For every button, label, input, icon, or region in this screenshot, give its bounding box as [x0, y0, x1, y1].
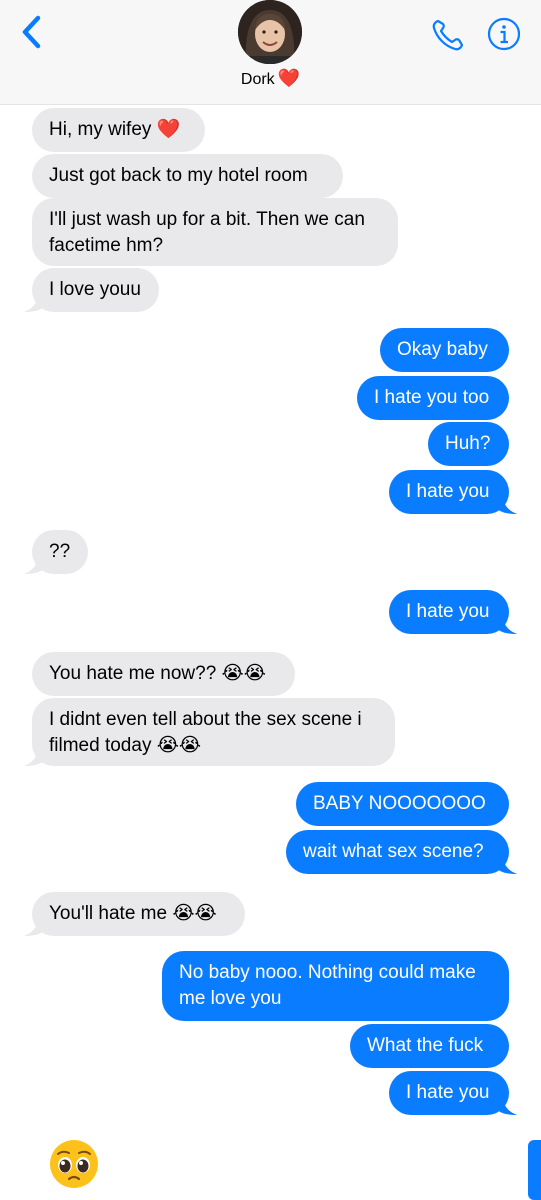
phone-icon[interactable] [430, 18, 466, 52]
bubble-tail [497, 1095, 517, 1115]
conversation-header: Dork ❤️ [0, 0, 541, 105]
bubble-tail [24, 292, 44, 312]
avatar[interactable] [238, 0, 302, 64]
chevron-left-icon[interactable] [18, 14, 48, 50]
incoming-message[interactable]: You'll hate me 😭😭 [32, 892, 245, 936]
contact-name[interactable]: Dork ❤️ [0, 68, 541, 89]
bubble-tail [497, 614, 517, 634]
pleading-face-emoji[interactable] [48, 1138, 100, 1190]
outgoing-message[interactable]: Okay baby [380, 328, 509, 372]
bubble-tail [24, 554, 44, 574]
outgoing-message[interactable]: What the fuck [350, 1024, 509, 1068]
outgoing-message[interactable]: wait what sex scene? [286, 830, 509, 874]
bubble-tail [24, 746, 44, 766]
contact-name-text: Dork [240, 71, 275, 88]
outgoing-message[interactable]: I hate you too [357, 376, 509, 420]
outgoing-message[interactable]: I hate you [389, 590, 509, 634]
incoming-message[interactable]: Hi, my wifey ❤️ [32, 108, 205, 152]
outgoing-message[interactable]: Huh? [428, 422, 509, 466]
bubble-tail [497, 854, 517, 874]
bubble-tail [497, 494, 517, 514]
outgoing-message[interactable]: I hate you [389, 470, 509, 514]
outgoing-message[interactable]: No baby nooo. Nothing could make me love… [162, 951, 509, 1021]
info-icon[interactable] [487, 17, 521, 51]
heart-icon: ❤️ [277, 68, 301, 88]
bubble-tail [24, 916, 44, 936]
incoming-message[interactable]: I love youu [32, 268, 159, 312]
outgoing-message[interactable]: I hate you [389, 1071, 509, 1115]
send-button-edge[interactable] [528, 1140, 541, 1200]
incoming-message[interactable]: I didnt even tell about the sex scene i … [32, 698, 395, 766]
incoming-message[interactable]: Just got back to my hotel room [32, 154, 343, 198]
incoming-message[interactable]: You hate me now?? 😭😭 [32, 652, 295, 696]
outgoing-message[interactable]: BABY NOOOOOOO [296, 782, 509, 826]
incoming-message[interactable]: I'll just wash up for a bit. Then we can… [32, 198, 398, 266]
